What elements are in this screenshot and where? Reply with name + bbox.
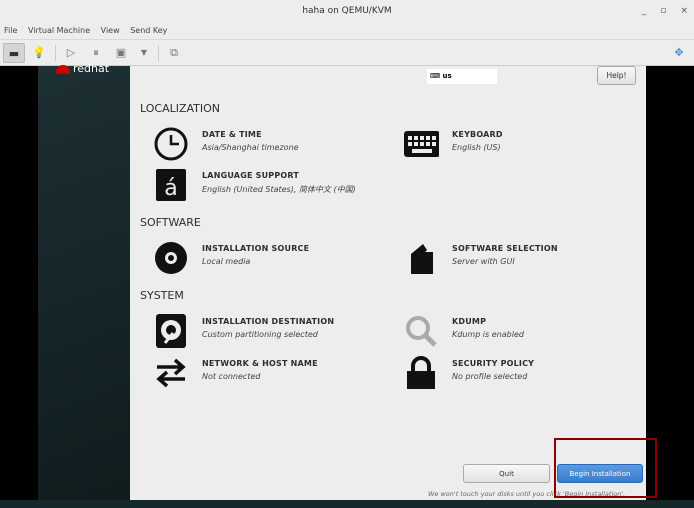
keyboard-layout-indicator[interactable]: ⌨ us bbox=[427, 69, 497, 84]
highlight-box bbox=[554, 438, 657, 498]
menu-bar: File Virtual Machine View Send Key bbox=[0, 22, 694, 40]
snapshot-icon[interactable]: ⧉ bbox=[163, 43, 185, 63]
search-icon bbox=[403, 313, 439, 349]
installer-sidebar bbox=[38, 66, 130, 508]
keyboard-icon: ⌨ bbox=[430, 72, 443, 80]
menu-send-key[interactable]: Send Key bbox=[130, 26, 167, 35]
disc-icon bbox=[153, 240, 189, 276]
bottom-strip bbox=[0, 500, 694, 508]
clock-icon bbox=[153, 126, 189, 162]
menu-view[interactable]: View bbox=[101, 26, 120, 35]
dropdown-icon[interactable]: ▼ bbox=[133, 43, 155, 63]
play-icon[interactable]: ▷ bbox=[60, 43, 82, 63]
menu-virtual-machine[interactable]: Virtual Machine bbox=[28, 26, 90, 35]
window-titlebar: haha on QEMU/KVM _ ▫ × bbox=[0, 0, 694, 22]
console-icon[interactable]: ▬ bbox=[3, 43, 25, 63]
maximize-icon[interactable]: ▫ bbox=[660, 6, 666, 16]
lightbulb-icon[interactable]: 💡 bbox=[28, 43, 50, 63]
quit-button[interactable]: Quit bbox=[463, 464, 550, 483]
section-software: SOFTWARE bbox=[140, 216, 201, 229]
minimize-icon[interactable]: _ bbox=[642, 6, 647, 16]
menu-file[interactable]: File bbox=[4, 26, 17, 35]
network-arrows-icon bbox=[153, 355, 189, 391]
lock-icon bbox=[403, 355, 439, 391]
window-title: haha on QEMU/KVM bbox=[302, 6, 392, 16]
pause-icon[interactable]: ⏸ bbox=[85, 43, 107, 63]
harddisk-icon bbox=[153, 313, 189, 349]
fullscreen-move-icon[interactable]: ✥ bbox=[668, 43, 690, 63]
help-button[interactable]: Help! bbox=[597, 66, 636, 85]
section-system: SYSTEM bbox=[140, 289, 184, 302]
shutdown-icon[interactable]: ▣ bbox=[110, 43, 132, 63]
keyboard-icon bbox=[403, 126, 439, 162]
language-icon: á bbox=[153, 167, 189, 203]
installation-summary: ⌨ us Help! LOCALIZATION DATE & TIME Asia… bbox=[130, 66, 646, 500]
section-localization: LOCALIZATION bbox=[140, 102, 221, 115]
redhat-logo: redhat bbox=[56, 62, 109, 75]
close-icon[interactable]: × bbox=[680, 6, 688, 16]
package-icon bbox=[403, 240, 439, 276]
svg-text:á: á bbox=[164, 176, 177, 201]
